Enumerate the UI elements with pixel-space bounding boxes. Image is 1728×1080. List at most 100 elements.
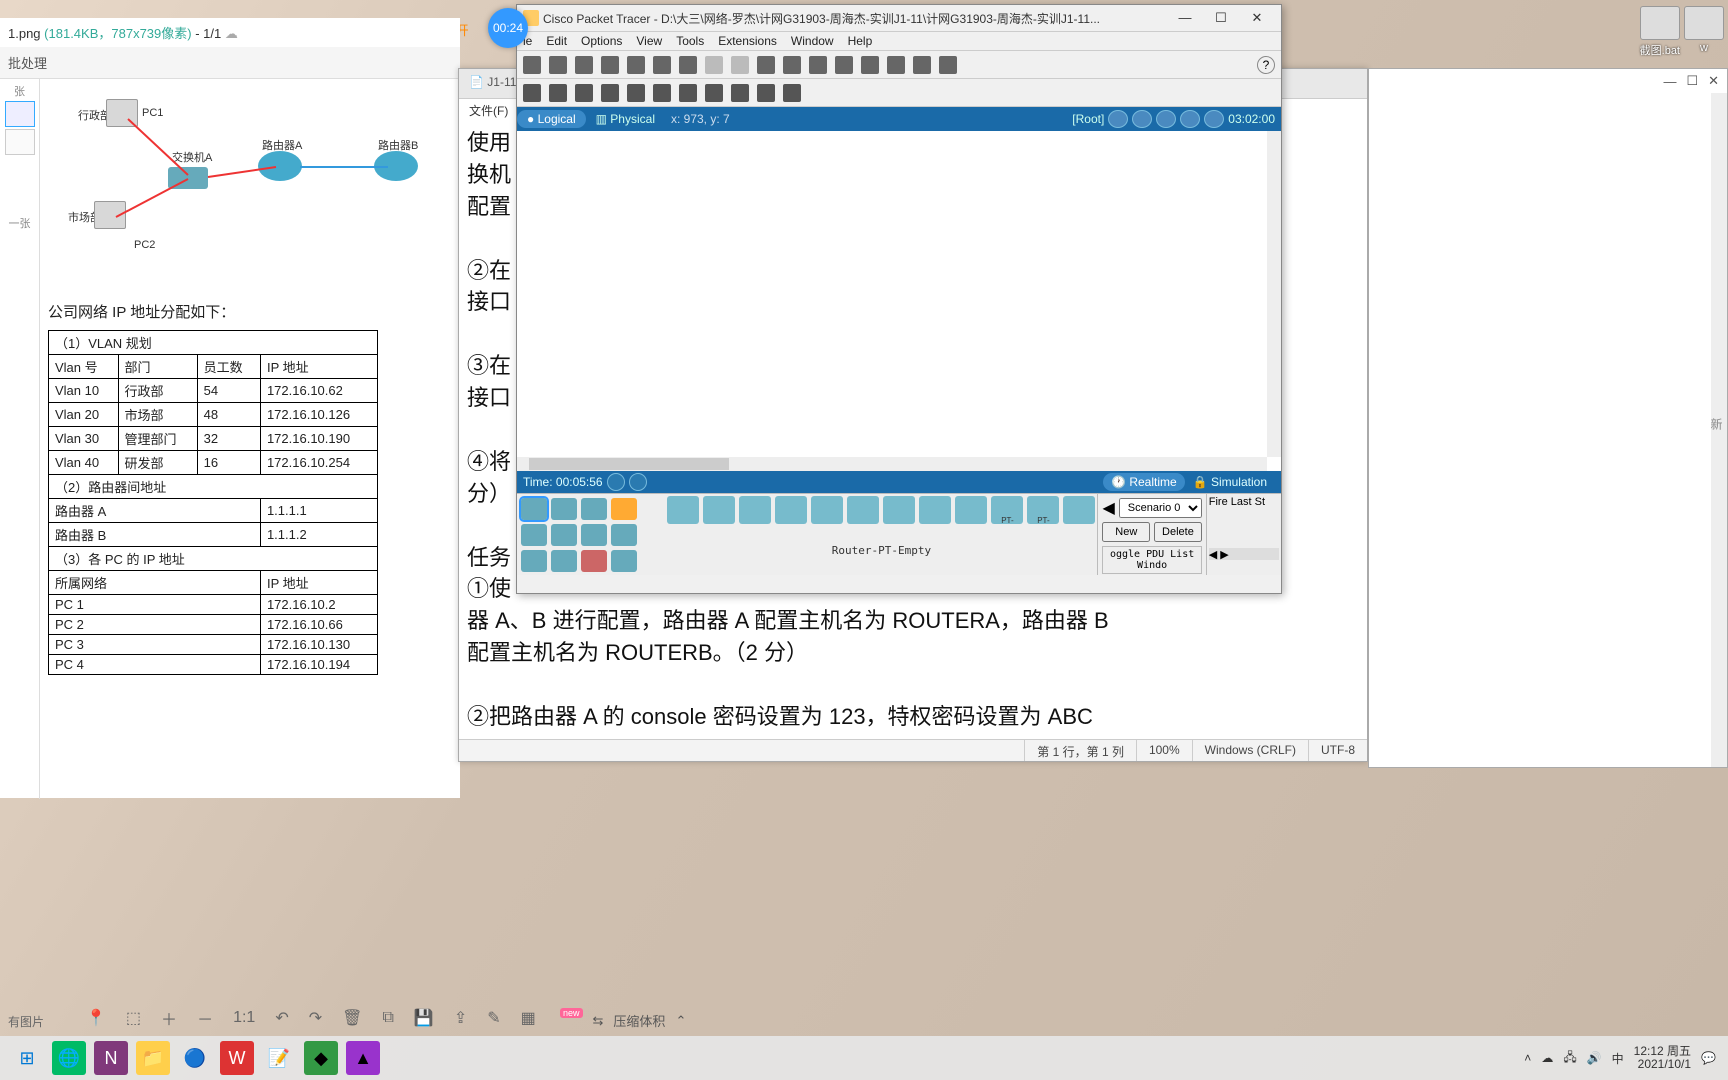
save-icon[interactable] [575, 56, 593, 74]
locate-icon[interactable]: 📍 [86, 1008, 106, 1028]
simple-pdu-icon[interactable] [757, 84, 775, 102]
device-4321[interactable]: 4321 [703, 496, 735, 524]
edit-icon[interactable]: ✎ [487, 1008, 500, 1028]
cat-cloud[interactable] [611, 550, 637, 572]
fit-icon[interactable]: ⬚ [126, 1008, 141, 1028]
delete-icon[interactable] [575, 84, 593, 102]
activity-icon[interactable] [627, 56, 645, 74]
cat-end-devices[interactable] [551, 524, 577, 546]
zoom-reset-icon[interactable] [783, 56, 801, 74]
device-2901[interactable]: 2901 [775, 496, 807, 524]
maximize-button[interactable]: ☐ [1203, 7, 1239, 29]
simulation-tab[interactable]: 🔒 Simulation [1185, 473, 1275, 491]
drawing-palette-icon[interactable] [835, 56, 853, 74]
notes-icon[interactable] [887, 56, 905, 74]
taskbar-wps[interactable]: W [220, 1041, 254, 1075]
print-icon[interactable] [601, 56, 619, 74]
share-icon[interactable]: ⇪ [454, 1008, 467, 1028]
start-button[interactable]: ⊞ [10, 1041, 44, 1075]
menu-tools[interactable]: Tools [676, 34, 704, 48]
menu-extensions[interactable]: Extensions [718, 34, 777, 48]
device-184[interactable]: 184 [1063, 496, 1095, 524]
grid-icon[interactable] [913, 56, 931, 74]
minimize-button[interactable]: — [1167, 7, 1203, 29]
zoom-out-icon[interactable]: － [197, 1006, 213, 1030]
resize-icon[interactable] [601, 84, 619, 102]
copy-icon[interactable]: ⧉ [382, 1009, 393, 1027]
fast-forward-icon[interactable] [629, 473, 647, 491]
zoom-out-icon[interactable] [809, 56, 827, 74]
menu-help[interactable]: Help [848, 34, 873, 48]
tray-network-icon[interactable]: 🖧 [1563, 1048, 1576, 1069]
close-button[interactable]: ✕ [1708, 73, 1719, 89]
compress-icon[interactable]: ⇆ [593, 1013, 604, 1029]
root-label[interactable]: [Root] [1072, 112, 1104, 126]
canvas-vscrollbar[interactable] [1267, 131, 1281, 457]
toggle-pdu-list[interactable]: oggle PDU List Windo [1102, 546, 1201, 574]
scenario-nav-icon[interactable]: ◀ [1102, 498, 1114, 518]
tray-ime[interactable]: 中 [1612, 1050, 1624, 1067]
cat-wireless[interactable] [611, 498, 637, 520]
paste-icon[interactable] [679, 56, 697, 74]
back-icon[interactable] [1108, 110, 1128, 128]
delete-scenario-button[interactable]: Delete [1154, 522, 1202, 542]
compress-label[interactable]: 压缩体积 [613, 1011, 665, 1030]
desktop-icon-w[interactable]: w [1684, 6, 1724, 54]
cat-components[interactable] [581, 550, 607, 572]
maximize-button[interactable]: ☐ [1686, 73, 1698, 89]
logical-tab[interactable]: ● Logical [517, 110, 586, 128]
physical-tab[interactable]: ▥ Physical [586, 110, 665, 128]
taskbar-notepad[interactable]: 📝 [262, 1041, 296, 1075]
rotate-right-icon[interactable]: ↷ [309, 1008, 322, 1028]
help-icon[interactable]: ? [1257, 56, 1275, 74]
chevron-icon[interactable]: ⌃ [675, 1013, 686, 1029]
taskbar-packet-tracer[interactable]: ◆ [304, 1041, 338, 1075]
device-829[interactable]: 829 [919, 496, 951, 524]
cat-security[interactable] [581, 524, 607, 546]
tray-chevron-icon[interactable]: ˄ [1524, 1051, 1531, 1065]
image-icon[interactable] [939, 56, 957, 74]
device-2911[interactable]: 2911 [811, 496, 843, 524]
taskbar-explorer[interactable]: 📁 [136, 1041, 170, 1075]
cat-hubs[interactable] [581, 498, 607, 520]
redo-icon[interactable] [731, 56, 749, 74]
scrollbar[interactable] [1711, 93, 1727, 767]
menu-options[interactable]: Options [581, 34, 622, 48]
cat-custom[interactable] [521, 550, 547, 572]
background-icon[interactable] [1180, 110, 1200, 128]
inspect-icon[interactable] [549, 84, 567, 102]
device-ptempty[interactable]: PT-Empty [1027, 496, 1059, 524]
line-icon[interactable] [653, 84, 671, 102]
thumbnail-2[interactable] [5, 129, 35, 155]
zoom-in-icon[interactable]: ＋ [161, 1006, 177, 1030]
device-4331[interactable]: 4331 [667, 496, 699, 524]
rectangle-icon[interactable] [679, 84, 697, 102]
open-icon[interactable] [549, 56, 567, 74]
cpt-workspace[interactable] [517, 131, 1281, 471]
menu-view[interactable]: View [636, 34, 662, 48]
nav-cluster-icon[interactable] [1132, 110, 1152, 128]
minimize-button[interactable]: — [1663, 74, 1676, 89]
new-scenario-button[interactable]: New [1102, 522, 1150, 542]
copy-icon[interactable] [653, 56, 671, 74]
more-icon[interactable]: ▦ [521, 1008, 536, 1028]
taskbar-onenote[interactable]: N [94, 1041, 128, 1075]
notepad-menu-file[interactable]: 文件(F) [459, 99, 518, 121]
custom-devices-icon[interactable] [861, 56, 879, 74]
select-icon[interactable] [523, 84, 541, 102]
complex-pdu-icon[interactable] [783, 84, 801, 102]
scenario-select[interactable]: Scenario 0 [1119, 498, 1202, 518]
device-row[interactable]: 4331 4321 1941 2901 2911 819IOX 819HGW 8… [665, 494, 1097, 526]
taskbar-clock[interactable]: 12:12 周五 2021/10/1 [1634, 1045, 1691, 1071]
thumbnail-1[interactable] [5, 101, 35, 127]
rotate-left-icon[interactable]: ↶ [275, 1008, 288, 1028]
cloud-icon[interactable]: ☁ [225, 26, 238, 41]
device-ptrouter[interactable]: PT-Router [991, 496, 1023, 524]
close-button[interactable]: ✕ [1239, 7, 1275, 29]
menu-window[interactable]: Window [791, 34, 834, 48]
actual-size-icon[interactable]: 1:1 [233, 1009, 255, 1027]
cat-connections[interactable] [521, 524, 547, 546]
tray-onedrive-icon[interactable]: ☁ [1541, 1051, 1553, 1065]
device-1941[interactable]: 1941 [739, 496, 771, 524]
cat-multi[interactable] [551, 550, 577, 572]
